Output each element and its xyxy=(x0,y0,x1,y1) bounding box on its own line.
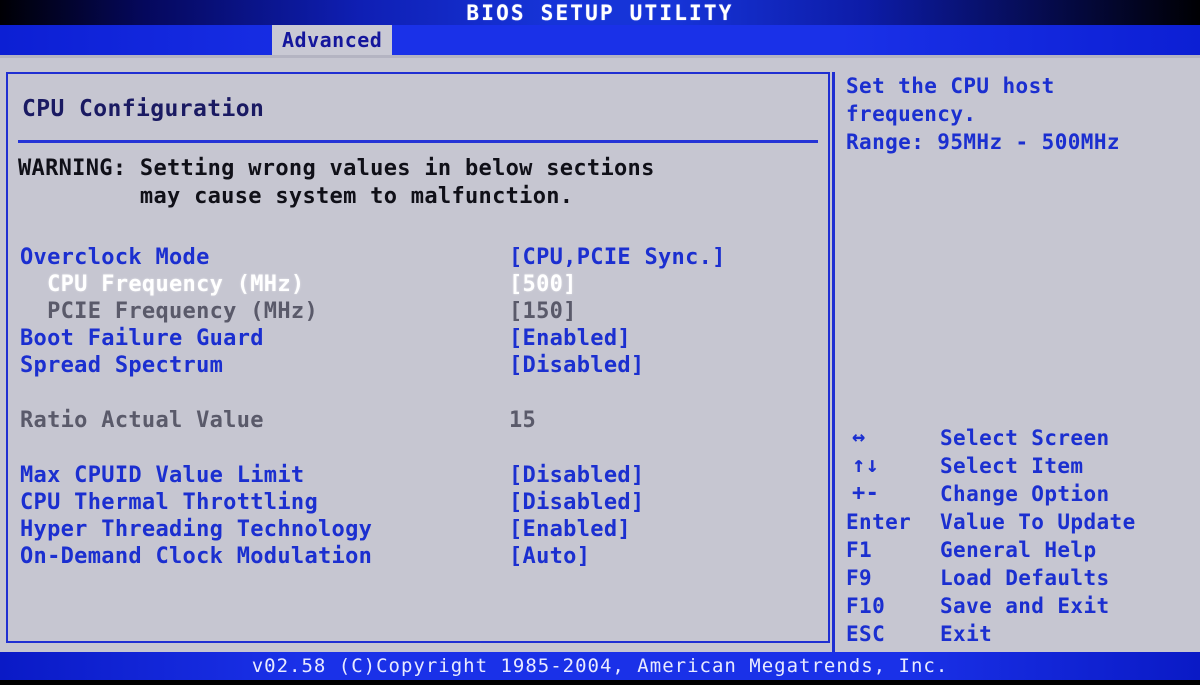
legend-label: Select Item xyxy=(940,454,1084,478)
setting-label: On-Demand Clock Modulation xyxy=(20,544,373,569)
up-down-arrow-icon: ↑↓ xyxy=(852,453,880,478)
page-title: BIOS SETUP UTILITY xyxy=(466,1,734,25)
setting-value: 15 xyxy=(509,408,537,433)
setting-value[interactable]: [Enabled] xyxy=(509,517,631,542)
setting-row-ratio-actual-value: Ratio Actual Value 15 xyxy=(8,408,828,435)
setting-row-pcie-frequency: PCIE Frequency (MHz) [150] xyxy=(8,299,828,326)
body-area: CPU Configuration WARNING: Setting wrong… xyxy=(0,58,1200,652)
legend-row-load-defaults: F9 Load Defaults xyxy=(846,564,1196,592)
screen-bottom-edge xyxy=(0,680,1200,685)
setting-label: Ratio Actual Value xyxy=(20,408,264,433)
help-line: Set the CPU host xyxy=(846,74,1055,98)
copyright-text: v02.58 (C)Copyright 1985-2004, American … xyxy=(251,655,949,677)
setting-value[interactable]: [Disabled] xyxy=(509,353,644,378)
setting-label: Boot Failure Guard xyxy=(20,326,264,351)
plus-minus-icon: +- xyxy=(852,481,880,506)
legend-label: Save and Exit xyxy=(940,594,1110,618)
setting-value[interactable]: [CPU,PCIE Sync.] xyxy=(509,245,726,270)
legend-label: Select Screen xyxy=(940,426,1110,450)
setting-label: Max CPUID Value Limit xyxy=(20,463,305,488)
panel-divider xyxy=(832,72,835,652)
legend-row-exit: ESC Exit xyxy=(846,620,1196,648)
setting-row-spread-spectrum[interactable]: Spread Spectrum [Disabled] xyxy=(8,353,828,380)
warning-line-1: WARNING: Setting wrong values in below s… xyxy=(18,156,655,181)
setting-row-overclock-mode[interactable]: Overclock Mode [CPU,PCIE Sync.] xyxy=(8,245,828,272)
legend-label: Load Defaults xyxy=(940,566,1110,590)
setting-value[interactable]: [Auto] xyxy=(509,544,590,569)
setting-row-on-demand-clock-modulation[interactable]: On-Demand Clock Modulation [Auto] xyxy=(8,544,828,571)
warning-line-2: may cause system to malfunction. xyxy=(18,184,574,209)
section-divider xyxy=(18,140,818,143)
setting-row-cpu-thermal-throttling[interactable]: CPU Thermal Throttling [Disabled] xyxy=(8,490,828,517)
legend-label: Exit xyxy=(940,622,993,646)
title-bar: BIOS SETUP UTILITY xyxy=(0,0,1200,25)
legend-label: Change Option xyxy=(940,482,1110,506)
left-right-arrow-icon: ↔ xyxy=(852,425,866,450)
legend-row-select-screen: ↔ Select Screen xyxy=(846,424,1196,452)
help-line: frequency. xyxy=(846,102,977,126)
legend-label: Value To Update xyxy=(940,510,1136,534)
setting-label: CPU Thermal Throttling xyxy=(20,490,318,515)
setting-label: Spread Spectrum xyxy=(20,353,224,378)
legend-row-value-to-update: Enter Value To Update xyxy=(846,508,1196,536)
setting-row-max-cpuid-value-limit[interactable]: Max CPUID Value Limit [Disabled] xyxy=(8,463,828,490)
f1-key-icon: F1 xyxy=(846,538,873,562)
legend-row-change-option: +- Change Option xyxy=(846,480,1196,508)
setting-value: [150] xyxy=(509,299,577,324)
menu-bar: Advanced xyxy=(0,25,1200,55)
f9-key-icon: F9 xyxy=(846,566,873,590)
help-panel: Set the CPU host frequency. Range: 95MHz… xyxy=(846,72,1194,156)
setting-row-hyper-threading-technology[interactable]: Hyper Threading Technology [Enabled] xyxy=(8,517,828,544)
section-title: CPU Configuration xyxy=(22,96,265,122)
key-legend: ↔ Select Screen ↑↓ Select Item +- Change… xyxy=(846,424,1196,648)
setting-label: PCIE Frequency (MHz) xyxy=(20,299,318,324)
bios-setup-screen: BIOS SETUP UTILITY Advanced CPU Configur… xyxy=(0,0,1200,685)
esc-key-icon: ESC xyxy=(846,622,886,646)
tab-advanced[interactable]: Advanced xyxy=(272,25,393,55)
setting-label: Overclock Mode xyxy=(20,245,210,270)
setting-value[interactable]: [Enabled] xyxy=(509,326,631,351)
setting-value[interactable]: [Disabled] xyxy=(509,490,644,515)
f10-key-icon: F10 xyxy=(846,594,886,618)
setting-value[interactable]: [Disabled] xyxy=(509,463,644,488)
legend-row-general-help: F1 General Help xyxy=(846,536,1196,564)
legend-label: General Help xyxy=(940,538,1097,562)
legend-row-select-item: ↑↓ Select Item xyxy=(846,452,1196,480)
setting-label: CPU Frequency (MHz) xyxy=(20,272,305,297)
setting-row-cpu-frequency[interactable]: CPU Frequency (MHz) [500] xyxy=(8,272,828,299)
help-line: Range: 95MHz - 500MHz xyxy=(846,130,1120,154)
setting-value[interactable]: [500] xyxy=(509,272,577,297)
settings-panel: CPU Configuration WARNING: Setting wrong… xyxy=(6,72,830,643)
legend-row-save-and-exit: F10 Save and Exit xyxy=(846,592,1196,620)
enter-key-icon: Enter xyxy=(846,510,912,534)
footer-bar: v02.58 (C)Copyright 1985-2004, American … xyxy=(0,652,1200,680)
setting-label: Hyper Threading Technology xyxy=(20,517,373,542)
setting-row-boot-failure-guard[interactable]: Boot Failure Guard [Enabled] xyxy=(8,326,828,353)
